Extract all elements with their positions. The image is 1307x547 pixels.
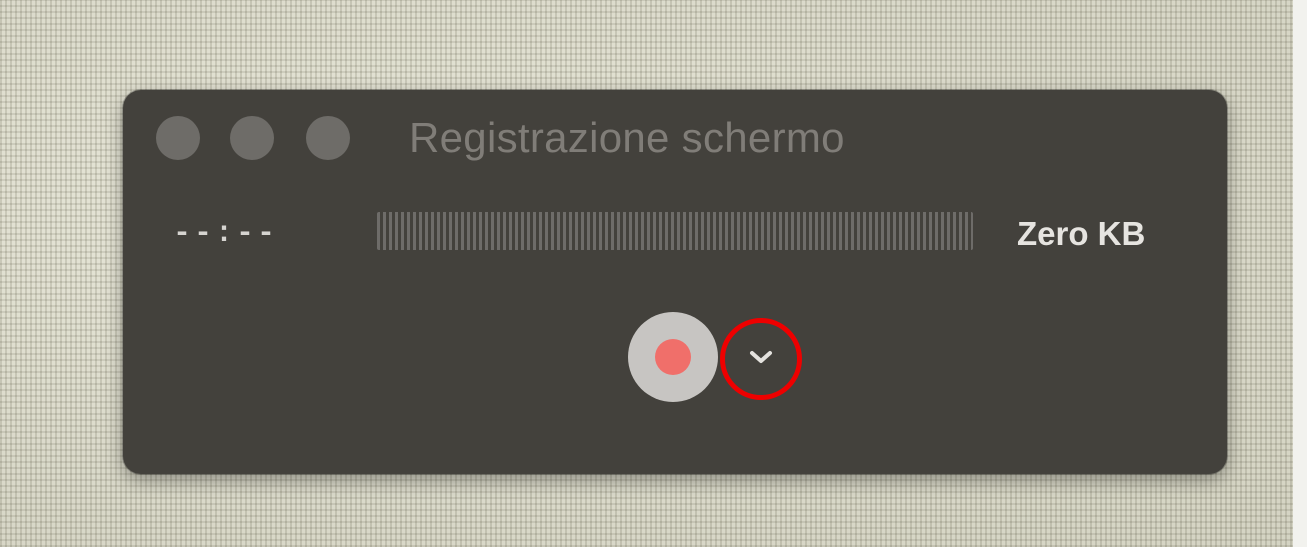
- close-icon[interactable]: [156, 116, 200, 160]
- record-icon: [655, 339, 691, 375]
- elapsed-time: --:--: [173, 217, 279, 251]
- window-title: Registrazione schermo: [409, 114, 845, 161]
- minimize-icon[interactable]: [230, 116, 274, 160]
- desktop-background-edge: [1293, 0, 1307, 547]
- record-button[interactable]: [628, 312, 718, 402]
- zoom-icon[interactable]: [306, 116, 350, 160]
- screen-recording-window: Registrazione schermo --:-- Zero KB: [123, 90, 1227, 474]
- chevron-down-icon: [750, 351, 772, 363]
- file-size-label: Zero KB: [1017, 215, 1146, 252]
- options-dropdown-button[interactable]: [720, 318, 802, 400]
- audio-level-meter: [377, 212, 973, 250]
